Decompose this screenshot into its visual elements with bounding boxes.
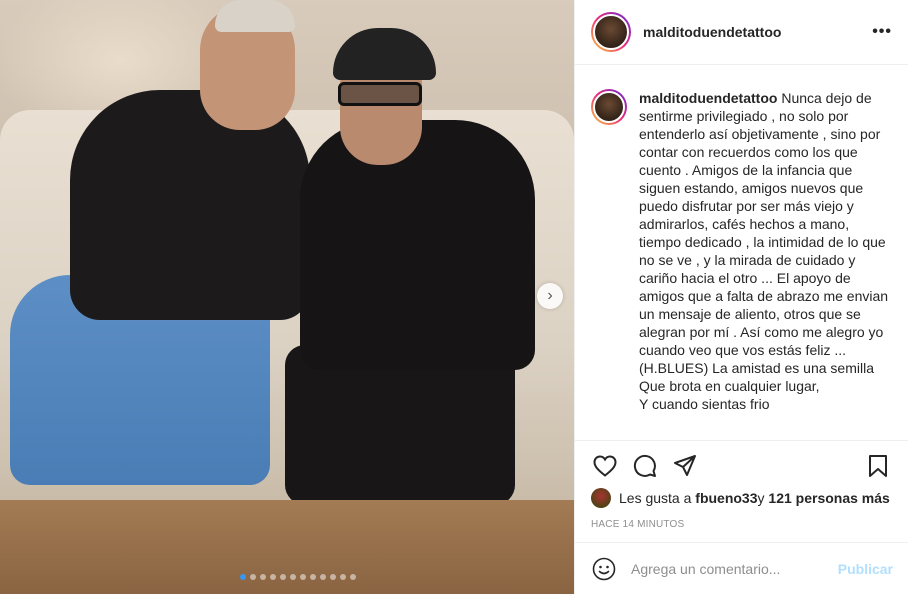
publish-button[interactable]: Publicar xyxy=(838,561,893,577)
carousel-dot xyxy=(280,574,286,580)
liker-avatar[interactable] xyxy=(591,488,611,508)
carousel-dot xyxy=(350,574,356,580)
photo-person-right xyxy=(300,120,535,370)
comment-input[interactable] xyxy=(631,560,838,577)
bookmark-icon[interactable] xyxy=(864,452,892,480)
post-side-panel: malditoduendetattoo ••• malditoduendetat… xyxy=(574,0,908,594)
avatar[interactable] xyxy=(591,12,631,52)
photo-person-right-glasses xyxy=(338,82,422,106)
carousel-dot xyxy=(250,574,256,580)
caption-username[interactable]: malditoduendetattoo xyxy=(639,90,777,106)
carousel-dot xyxy=(260,574,266,580)
carousel-dot xyxy=(330,574,336,580)
carousel-dot xyxy=(240,574,246,580)
caption: malditoduendetattoo Nunca dejo de sentir… xyxy=(639,89,893,440)
caption-avatar[interactable] xyxy=(591,89,627,125)
carousel-dot xyxy=(300,574,306,580)
header-username[interactable]: malditoduendetattoo xyxy=(643,24,781,40)
heart-icon[interactable] xyxy=(591,452,619,480)
photo-person-right-cap xyxy=(333,28,436,80)
carousel-dot xyxy=(320,574,326,580)
chevron-right-icon: › xyxy=(547,287,553,304)
liker-username[interactable]: fbueno33 xyxy=(695,490,757,506)
action-bar xyxy=(591,452,892,480)
post-photo[interactable]: › xyxy=(0,0,574,594)
post-timestamp[interactable]: HACE 14 MINUTOS xyxy=(591,519,684,530)
photo-person-left-hair xyxy=(215,0,295,32)
caption-area: malditoduendetattoo Nunca dejo de sentir… xyxy=(575,65,908,441)
caption-body: Nunca dejo de sentirme privilegiado , no… xyxy=(639,90,889,412)
carousel-indicator xyxy=(240,574,356,580)
carousel-dot xyxy=(270,574,276,580)
carousel-dot xyxy=(290,574,296,580)
carousel-dot xyxy=(310,574,316,580)
comment-icon[interactable] xyxy=(631,452,659,480)
likes-count-link[interactable]: 121 personas más xyxy=(768,490,889,506)
more-options-icon[interactable]: ••• xyxy=(872,23,892,41)
likes-prefix: Les gusta a xyxy=(619,490,692,506)
likes-line: Les gusta a fbueno33 y 121 personas más xyxy=(591,488,890,508)
comment-bar: Publicar xyxy=(575,542,908,594)
likes-middle: y xyxy=(757,490,765,506)
send-icon[interactable] xyxy=(671,452,699,480)
smiley-icon[interactable] xyxy=(591,556,617,582)
post-header: malditoduendetattoo ••• xyxy=(575,0,908,65)
carousel-dot xyxy=(340,574,346,580)
carousel-next-button[interactable]: › xyxy=(537,283,563,309)
